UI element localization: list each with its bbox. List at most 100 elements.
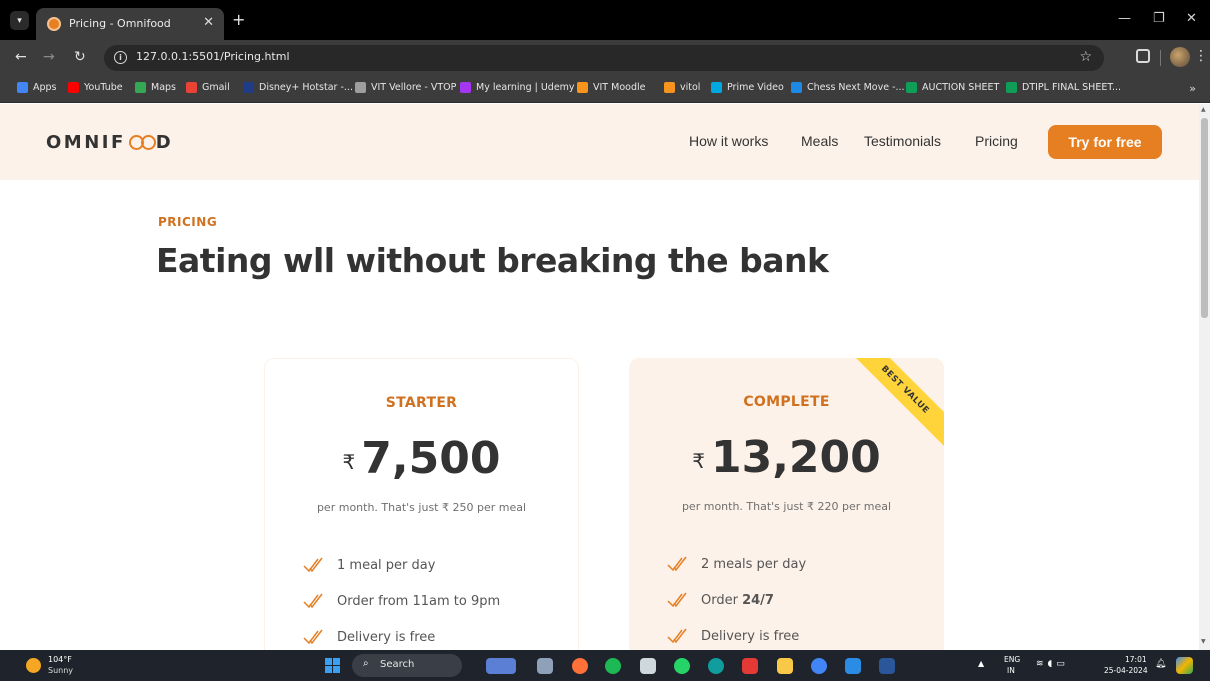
chrome-icon[interactable] bbox=[811, 658, 827, 674]
sheets-icon bbox=[1006, 82, 1017, 93]
plan-feature: 2 meals per day bbox=[667, 556, 806, 572]
vitol-icon bbox=[664, 82, 675, 93]
tab-close-icon[interactable]: ✕ bbox=[203, 15, 214, 30]
omnifood-favicon-icon bbox=[47, 17, 61, 31]
more-bookmarks-icon[interactable]: » bbox=[1189, 82, 1196, 95]
tab-title: Pricing - Omnifood bbox=[69, 17, 171, 30]
bookmark-apps[interactable]: Apps bbox=[17, 82, 57, 93]
nav-how-it-works[interactable]: How it works bbox=[689, 133, 768, 149]
plan-price-text: per month. That's just ₹ 220 per meal bbox=[681, 500, 892, 513]
taskbar-search[interactable]: ⌕ Search bbox=[352, 654, 462, 677]
task-view-icon[interactable] bbox=[537, 658, 553, 674]
vscode-icon[interactable] bbox=[845, 658, 861, 674]
site-header: OMNIF D How it works Meals Testimonials … bbox=[0, 104, 1199, 180]
apps-grid-icon bbox=[17, 82, 28, 93]
nav-testimonials[interactable]: Testimonials bbox=[864, 133, 941, 149]
tab-search-button[interactable]: ▾ bbox=[10, 11, 29, 30]
bookmark-vitol[interactable]: vitol bbox=[664, 82, 700, 93]
close-window-icon[interactable]: ✕ bbox=[1186, 11, 1197, 26]
taskbar-search-label: Search bbox=[380, 659, 415, 670]
firefox-icon[interactable] bbox=[572, 658, 588, 674]
sheets-icon bbox=[906, 82, 917, 93]
pricing-plan-starter: STARTER ₹7,500 per month. That's just ₹ … bbox=[264, 358, 579, 650]
bookmark-star-icon[interactable]: ☆ bbox=[1079, 49, 1092, 65]
bookmark-hotstar[interactable]: Disney+ Hotstar -... bbox=[243, 82, 353, 93]
bookmark-chess[interactable]: Chess Next Move -... bbox=[791, 82, 905, 93]
browser-toolbar: ← → ↻ i 127.0.0.1:5501/Pricing.html ☆ ⋮ bbox=[0, 40, 1210, 76]
browser-menu-icon[interactable]: ⋮ bbox=[1194, 48, 1208, 64]
vtop-icon bbox=[355, 82, 366, 93]
checkmark-icon bbox=[303, 557, 323, 573]
nav-meals[interactable]: Meals bbox=[801, 133, 838, 149]
widgets-icon[interactable] bbox=[486, 658, 516, 674]
address-bar[interactable]: i 127.0.0.1:5501/Pricing.html ☆ bbox=[104, 45, 1104, 71]
weather-temperature[interactable]: 104°F bbox=[48, 655, 72, 664]
clock-date[interactable]: 25-04-2024 bbox=[1104, 666, 1148, 675]
bookmark-maps[interactable]: Maps bbox=[135, 82, 176, 93]
bookmark-auction-sheet[interactable]: AUCTION SHEET bbox=[906, 82, 999, 93]
maps-icon bbox=[135, 82, 146, 93]
site-info-icon[interactable]: i bbox=[114, 51, 127, 64]
file-explorer-icon[interactable] bbox=[777, 658, 793, 674]
sun-icon[interactable] bbox=[26, 658, 41, 673]
spotify-icon[interactable] bbox=[605, 658, 621, 674]
clock-time[interactable]: 17:01 bbox=[1125, 655, 1147, 664]
word-icon[interactable] bbox=[879, 658, 895, 674]
page-scrollbar[interactable]: ▲ ▼ bbox=[1199, 104, 1210, 650]
reload-icon[interactable]: ↻ bbox=[74, 49, 86, 65]
gmail-icon bbox=[186, 82, 197, 93]
youtube-icon bbox=[68, 82, 79, 93]
calculator-icon[interactable] bbox=[640, 658, 656, 674]
restore-icon[interactable]: ❐ bbox=[1153, 11, 1165, 26]
checkmark-icon bbox=[303, 629, 323, 645]
scrollbar-thumb[interactable] bbox=[1201, 118, 1208, 318]
udemy-icon bbox=[460, 82, 471, 93]
tray-overflow-chevron-icon[interactable]: ▲ bbox=[978, 659, 984, 668]
bookmark-moodle[interactable]: VIT Moodle bbox=[577, 82, 645, 93]
bookmarks-bar: Apps YouTube Maps Gmail Disney+ Hotstar … bbox=[0, 76, 1210, 103]
currency-symbol: ₹ bbox=[692, 449, 705, 473]
bookmark-gmail[interactable]: Gmail bbox=[186, 82, 230, 93]
edge-icon[interactable] bbox=[708, 658, 724, 674]
bookmark-udemy[interactable]: My learning | Udemy bbox=[460, 82, 575, 93]
forward-icon[interactable]: → bbox=[43, 49, 55, 65]
notification-bell-icon[interactable]: 🔔︎ bbox=[1155, 659, 1166, 669]
checkmark-icon bbox=[667, 628, 687, 644]
wifi-volume-battery-icons[interactable]: ≋◖▭ bbox=[1036, 659, 1069, 669]
wps-office-icon[interactable] bbox=[742, 658, 758, 674]
scroll-down-icon[interactable]: ▼ bbox=[1201, 638, 1206, 645]
bookmark-prime-video[interactable]: Prime Video bbox=[711, 82, 784, 93]
minimize-icon[interactable]: — bbox=[1118, 11, 1131, 26]
windows-taskbar: 104°F Sunny ⌕ Search ▲ ENG IN ≋◖▭ 17:01 … bbox=[0, 650, 1210, 681]
plan-name: STARTER bbox=[385, 395, 458, 411]
scroll-up-icon[interactable]: ▲ bbox=[1201, 106, 1206, 113]
bookmark-vtop[interactable]: VIT Vellore - VTOP bbox=[355, 82, 456, 93]
nav-pricing[interactable]: Pricing bbox=[975, 133, 1018, 149]
bookmark-youtube[interactable]: YouTube bbox=[68, 82, 123, 93]
plan-feature: Order from 11am to 9pm bbox=[303, 593, 500, 609]
bookmark-dtipl-sheet[interactable]: DTIPL FINAL SHEET... bbox=[1006, 82, 1121, 93]
moodle-icon bbox=[577, 82, 588, 93]
browser-tab[interactable]: Pricing - Omnifood ✕ bbox=[36, 8, 224, 40]
back-icon[interactable]: ← bbox=[15, 49, 27, 65]
try-for-free-button[interactable]: Try for free bbox=[1048, 125, 1162, 159]
url-text[interactable]: 127.0.0.1:5501/Pricing.html bbox=[136, 50, 290, 63]
extensions-icon[interactable] bbox=[1136, 49, 1150, 63]
browser-tab-bar: ▾ Pricing - Omnifood ✕ + — ❐ ✕ bbox=[0, 0, 1210, 40]
logo-infinity-icon bbox=[128, 135, 156, 150]
weather-description[interactable]: Sunny bbox=[48, 666, 73, 675]
whatsapp-icon[interactable] bbox=[674, 658, 690, 674]
prime-video-icon bbox=[711, 82, 722, 93]
profile-avatar[interactable] bbox=[1170, 47, 1190, 67]
language-indicator[interactable]: ENG bbox=[1004, 655, 1020, 664]
omnifood-logo[interactable]: OMNIF D bbox=[46, 132, 173, 153]
section-subheading: PRICING bbox=[158, 215, 218, 229]
section-heading: Eating wll without breaking the bank bbox=[156, 241, 829, 280]
plan-feature: 1 meal per day bbox=[303, 557, 435, 573]
copilot-icon[interactable] bbox=[1176, 657, 1193, 674]
start-windows-icon[interactable] bbox=[325, 658, 340, 673]
search-icon: ⌕ bbox=[363, 658, 369, 669]
language-region[interactable]: IN bbox=[1007, 666, 1015, 675]
new-tab-icon[interactable]: + bbox=[232, 12, 245, 28]
plan-feature: Delivery is free bbox=[303, 629, 435, 645]
